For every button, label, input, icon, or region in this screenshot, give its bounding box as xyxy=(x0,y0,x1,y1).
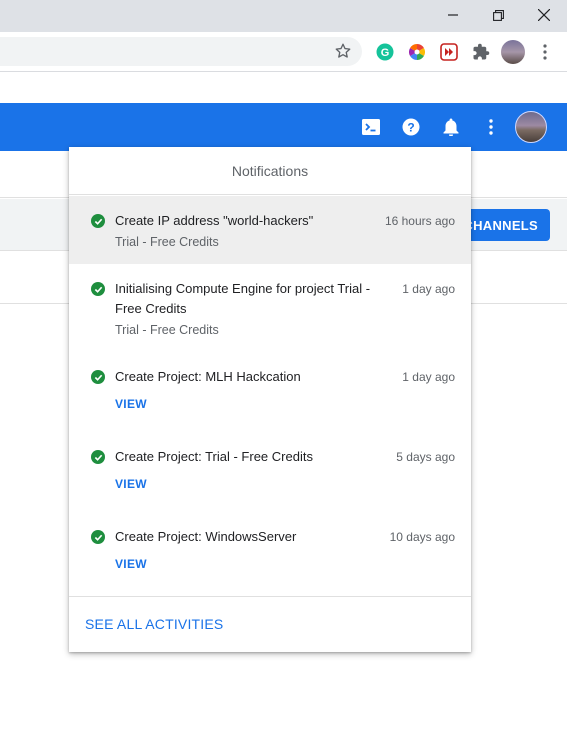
notification-subtitle: Trial - Free Credits xyxy=(115,235,219,249)
browser-titlebar xyxy=(0,0,567,32)
browser-toolbar: G xyxy=(0,32,567,72)
app-header: ? xyxy=(0,103,567,151)
notification-item[interactable]: Initialising Compute Engine for project … xyxy=(69,264,471,352)
more-vert-icon[interactable] xyxy=(534,41,556,63)
check-circle-icon xyxy=(91,214,105,228)
notification-title: Create Project: WindowsServer xyxy=(115,529,297,544)
notifications-title: Notifications xyxy=(69,147,471,195)
notifications-panel: Notifications Create IP address "world-h… xyxy=(69,147,471,652)
channels-button[interactable]: CHANNELS xyxy=(462,209,550,241)
notification-item[interactable]: Create IP address "world-hackers" Trial … xyxy=(69,196,471,264)
notification-time: 1 day ago xyxy=(402,370,455,384)
restore-icon[interactable] xyxy=(475,0,521,30)
check-circle-icon xyxy=(91,530,105,544)
view-link[interactable]: VIEW xyxy=(115,477,147,491)
check-circle-icon xyxy=(91,282,105,296)
notifications-footer: SEE ALL ACTIVITIES xyxy=(69,596,471,652)
check-circle-icon xyxy=(91,370,105,384)
more-vert-icon[interactable] xyxy=(479,115,503,139)
notification-time: 10 days ago xyxy=(389,530,455,544)
view-link[interactable]: VIEW xyxy=(115,557,147,571)
notification-time: 1 day ago xyxy=(402,282,455,296)
notification-title: Create Project: MLH Hackcation xyxy=(115,369,301,384)
svg-text:?: ? xyxy=(407,121,414,135)
notification-item[interactable]: Create Project: MLH Hackcation VIEW 1 da… xyxy=(69,352,471,432)
address-bar[interactable] xyxy=(0,37,362,66)
see-all-activities-link[interactable]: SEE ALL ACTIVITIES xyxy=(85,616,223,632)
notification-time: 16 hours ago xyxy=(384,214,455,228)
profile-avatar[interactable] xyxy=(501,40,525,64)
help-icon[interactable]: ? xyxy=(399,115,423,139)
notification-title-line2: Free Credits xyxy=(115,301,187,316)
puzzle-icon[interactable] xyxy=(470,41,492,63)
svg-text:G: G xyxy=(381,47,390,59)
minimize-icon[interactable] xyxy=(430,0,476,30)
check-circle-icon xyxy=(91,450,105,464)
color-wheel-icon[interactable] xyxy=(406,41,428,63)
media-extension-icon[interactable] xyxy=(438,41,460,63)
grammarly-icon[interactable]: G xyxy=(374,41,396,63)
close-icon[interactable] xyxy=(521,0,567,30)
notification-title: Create Project: Trial - Free Credits xyxy=(115,449,313,464)
notification-item[interactable]: Create Project: Trial - Free Credits VIE… xyxy=(69,432,471,512)
notification-title: Create IP address "world-hackers" xyxy=(115,213,314,228)
cloud-shell-icon[interactable] xyxy=(359,115,383,139)
view-link[interactable]: VIEW xyxy=(115,397,147,411)
bookmark-star-icon[interactable] xyxy=(334,42,352,65)
notification-title-line1: Initialising Compute Engine for project … xyxy=(115,281,371,296)
notification-item[interactable]: Create Project: WindowsServer VIEW 10 da… xyxy=(69,512,471,596)
avatar[interactable] xyxy=(515,111,547,143)
notification-time: 5 days ago xyxy=(396,450,455,464)
notifications-icon[interactable] xyxy=(439,115,463,139)
notification-subtitle: Trial - Free Credits xyxy=(115,323,219,337)
